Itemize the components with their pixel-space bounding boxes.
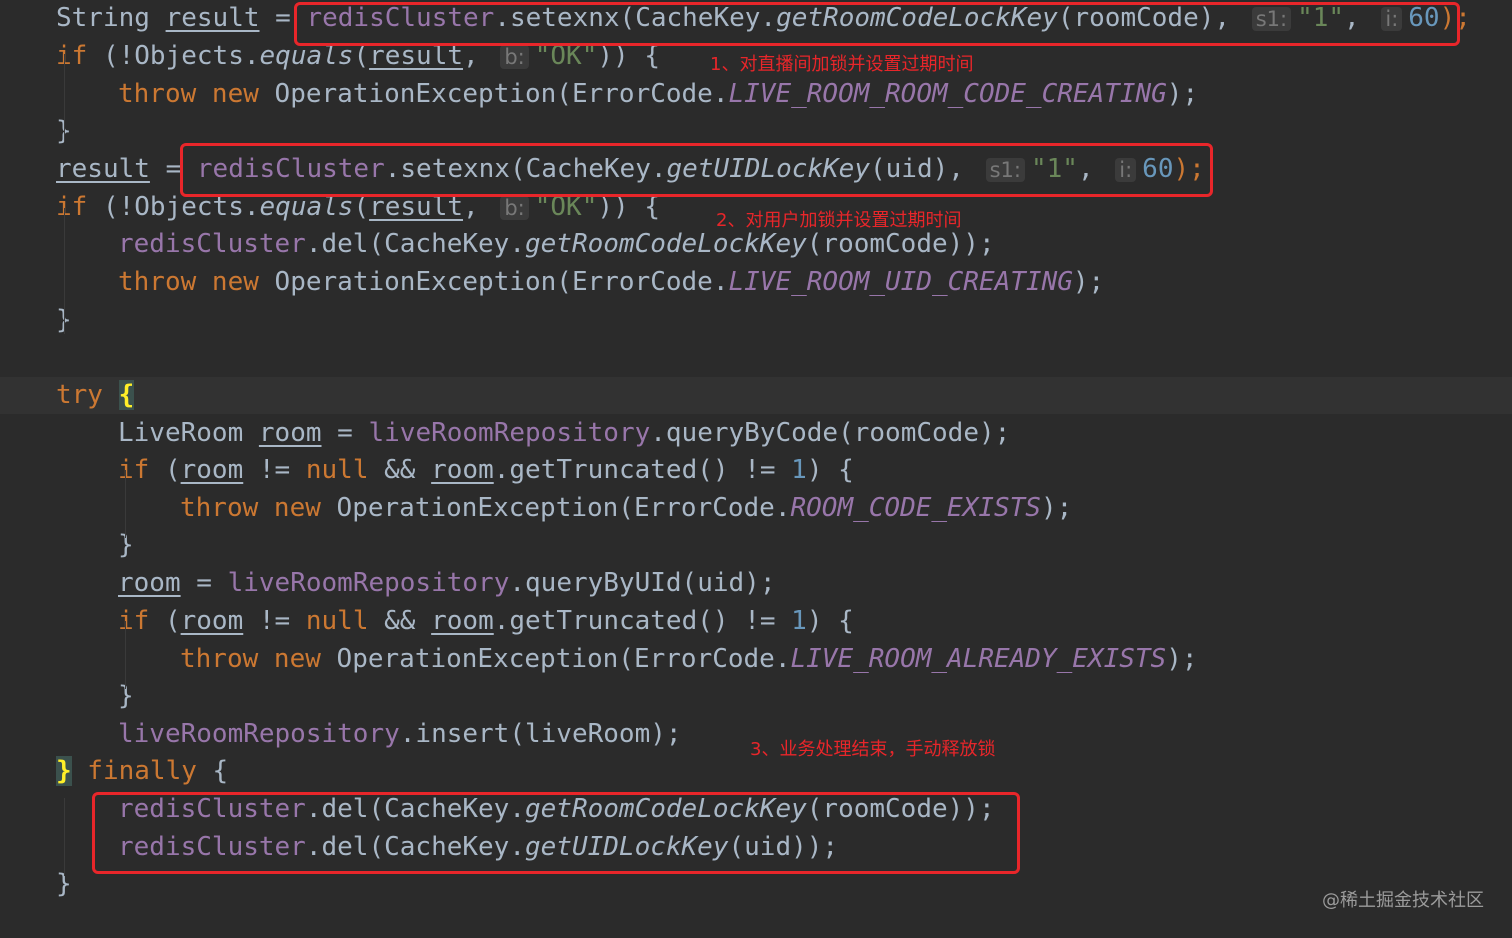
code-token: .getTruncated() != — [493, 606, 792, 636]
code-token: .queryByUId(uid); — [509, 568, 776, 598]
indent-guide — [64, 798, 65, 876]
code-token: liveRoomRepository — [227, 568, 510, 598]
annotation-room-lock: 1、对直播间加锁并设置过期时间 — [710, 54, 974, 75]
code-token: room — [431, 606, 494, 636]
code-token: ROOM_CODE_EXISTS — [790, 493, 1041, 523]
code-token: ); — [1040, 493, 1073, 523]
highlight-box-uid-lock — [180, 143, 1213, 197]
code-token: throw new — [180, 493, 337, 523]
code-token: OperationException(ErrorCode. — [274, 267, 729, 297]
code-line[interactable] — [0, 339, 1512, 376]
code-token: = — [321, 418, 369, 448]
code-text: if (room != null && room.getTruncated() … — [118, 603, 854, 640]
code-text: } finally { — [56, 753, 228, 790]
code-token: throw new — [118, 79, 275, 109]
code-token: OperationException(ErrorCode. — [336, 493, 791, 523]
code-token: room — [180, 606, 244, 636]
code-token: && — [368, 606, 432, 636]
code-token: 1 — [791, 606, 807, 636]
code-token: ) { — [806, 606, 854, 636]
code-token: room — [431, 455, 494, 485]
watermark: @稀土掘金技术社区 — [1322, 890, 1484, 911]
code-token: liveRoomRepository — [118, 719, 400, 749]
code-token: LIVE_ROOM_UID_CREATING — [728, 267, 1073, 297]
code-token: } — [56, 756, 72, 786]
code-line[interactable]: room = liveRoomRepository.queryByUId(uid… — [0, 565, 1512, 602]
code-token: null — [305, 455, 369, 485]
parameter-hint: b: — [500, 45, 529, 69]
code-line[interactable]: throw new OperationException(ErrorCode.L… — [0, 76, 1512, 113]
code-line[interactable]: } — [0, 678, 1512, 715]
code-line[interactable]: if (room != null && room.getTruncated() … — [0, 603, 1512, 640]
code-token: null — [305, 606, 369, 636]
code-token: (roomCode)); — [806, 229, 995, 259]
code-token: ( — [164, 455, 181, 485]
code-token: ); — [1166, 644, 1198, 674]
code-text: throw new OperationException(ErrorCode.L… — [118, 76, 1198, 113]
indent-guide — [64, 54, 65, 142]
indent-guide — [125, 470, 126, 538]
code-token: try — [56, 380, 119, 410]
highlight-box-unlock — [92, 792, 1020, 874]
code-token: room — [258, 418, 322, 448]
annotation-unlock: 3、业务处理结束，手动释放锁 — [750, 739, 996, 760]
code-token: ); — [1166, 79, 1199, 109]
code-text: throw new OperationException(ErrorCode.L… — [118, 264, 1104, 301]
code-line[interactable]: throw new OperationException(ErrorCode.R… — [0, 490, 1512, 527]
code-token: room — [118, 568, 181, 598]
code-token: String — [56, 3, 166, 33]
code-token: = — [180, 568, 228, 598]
code-token: .insert(liveRoom); — [399, 719, 682, 749]
code-token: LIVE_ROOM_ROOM_CODE_CREATING — [728, 79, 1167, 109]
code-token: ( — [164, 606, 181, 636]
highlight-box-room-lock — [294, 2, 1460, 46]
code-token: result — [165, 3, 260, 33]
code-token: (!Objects. — [102, 41, 260, 71]
code-token: result — [56, 154, 150, 184]
code-text: throw new OperationException(ErrorCode.L… — [180, 641, 1198, 678]
code-line[interactable]: try { — [0, 377, 1512, 414]
code-token: && — [368, 455, 432, 485]
code-text: try { — [56, 377, 135, 414]
code-token: ); — [1072, 267, 1105, 297]
code-token: .getTruncated() != — [493, 455, 792, 485]
code-token: { — [212, 756, 229, 786]
code-text: throw new OperationException(ErrorCode.R… — [180, 490, 1072, 527]
code-token: OperationException(ErrorCode. — [274, 79, 729, 109]
code-token: throw new — [118, 267, 275, 297]
code-line[interactable]: LiveRoom room = liveRoomRepository.query… — [0, 415, 1512, 452]
code-token: getRoomCodeLockKey — [525, 229, 807, 259]
code-text: liveRoomRepository.insert(liveRoom); — [118, 716, 682, 753]
code-line[interactable]: throw new OperationException(ErrorCode.L… — [0, 264, 1512, 301]
code-token: != — [243, 606, 306, 636]
code-token: != — [243, 455, 306, 485]
indent-guide — [64, 208, 65, 334]
code-token: 1 — [791, 455, 807, 485]
code-token: finally — [71, 756, 213, 786]
code-token: throw new — [180, 644, 337, 674]
annotation-uid-lock: 2、对用户加锁并设置过期时间 — [716, 210, 962, 231]
parameter-hint: b: — [500, 196, 529, 220]
code-token: LiveRoom — [118, 418, 259, 448]
code-line[interactable]: throw new OperationException(ErrorCode.L… — [0, 641, 1512, 678]
indent-guide — [125, 621, 126, 689]
code-token: redisCluster — [118, 229, 306, 259]
code-token: LIVE_ROOM_ALREADY_EXISTS — [790, 644, 1167, 674]
code-token: .queryByCode(roomCode); — [650, 418, 1011, 448]
code-token: liveRoomRepository — [368, 418, 651, 448]
code-text: LiveRoom room = liveRoomRepository.query… — [118, 415, 1010, 452]
code-token: room — [180, 455, 244, 485]
code-text: room = liveRoomRepository.queryByUId(uid… — [118, 565, 775, 602]
code-line[interactable]: if (room != null && room.getTruncated() … — [0, 452, 1512, 489]
code-token: .del(CacheKey. — [305, 229, 525, 259]
code-text: if (room != null && room.getTruncated() … — [118, 452, 854, 489]
code-line[interactable]: } — [0, 527, 1512, 564]
code-token: ) { — [806, 455, 854, 485]
code-token: { — [118, 380, 135, 410]
code-token: OperationException(ErrorCode. — [336, 644, 791, 674]
code-line[interactable]: } — [0, 302, 1512, 339]
